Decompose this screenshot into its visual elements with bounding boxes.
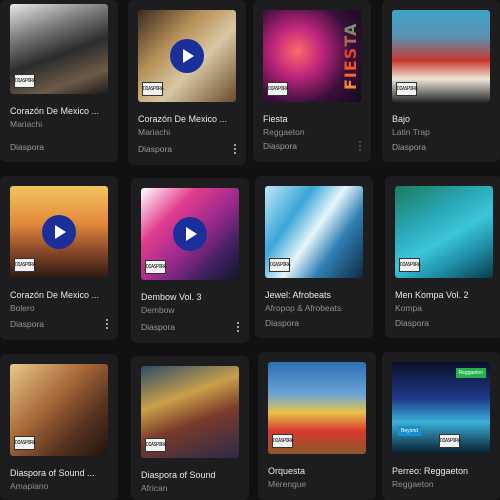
album-title[interactable]: Diaspora of Sound ... [10, 468, 108, 478]
play-icon[interactable] [173, 217, 207, 251]
play-icon[interactable] [42, 215, 76, 249]
album-genre: Mariachi [138, 127, 171, 137]
album-genre: Afropop & Afrobeats [265, 303, 342, 313]
album-card[interactable]: DIASPORA Jewel: Afrobeats Afropop & Afro… [255, 176, 373, 338]
diaspora-logo: DIASPORA [142, 82, 164, 96]
label-name: Diaspora [141, 322, 176, 332]
album-card[interactable]: DIASPORA Corazón De Mexico ... Mariachi … [0, 0, 118, 162]
tagline-badge: Beyond [398, 426, 421, 436]
diaspora-logo: DIASPORA [267, 82, 289, 96]
diaspora-logo: DIASPORA [269, 258, 291, 272]
album-card[interactable]: DIASPORA Men Kompa Vol. 2 Kompa Diaspora [385, 176, 500, 338]
album-title[interactable]: Jewel: Afrobeats [265, 290, 363, 300]
album-cover[interactable]: DIASPORA [10, 186, 108, 278]
diaspora-logo: DIASPORA [14, 436, 36, 450]
album-cover[interactable]: DIASPORA [141, 366, 239, 458]
label-name: Diaspora [395, 318, 430, 328]
album-cover[interactable]: DIASPORA [10, 4, 108, 94]
label-name: Diaspora [392, 142, 427, 152]
album-card[interactable]: Reggaeton Beyond DIASPORA Perreo: Reggae… [382, 352, 500, 500]
more-options-icon[interactable] [357, 140, 363, 152]
album-title[interactable]: Corazón De Mexico ... [138, 114, 236, 124]
more-options-icon[interactable] [232, 143, 238, 155]
album-card[interactable]: DIASPORA Dembow Vol. 3 Dembow Diaspora [131, 178, 249, 343]
album-genre: Amapiano [10, 481, 49, 491]
album-title[interactable]: Orquesta [268, 466, 366, 476]
diaspora-logo: DIASPORA [396, 82, 418, 96]
label-name: Diaspora [10, 319, 45, 329]
album-title[interactable]: Bajo [392, 114, 490, 124]
album-title[interactable]: Dembow Vol. 3 [141, 292, 239, 302]
album-cover[interactable]: DIASPORA [141, 188, 239, 280]
album-card[interactable]: DIASPORA Diaspora of Sound African [131, 356, 249, 500]
label-name: Diaspora [263, 141, 298, 151]
album-title[interactable]: Men Kompa Vol. 2 [395, 290, 493, 300]
cover-title-text: FIESTA [341, 10, 360, 102]
album-genre: Bolero [10, 303, 35, 313]
album-genre: African [141, 483, 168, 493]
label-name: Diaspora [10, 142, 45, 152]
album-genre: Kompa [395, 303, 422, 313]
album-cover[interactable]: DIASPORA [395, 186, 493, 278]
album-cover[interactable]: DIASPORA [392, 10, 490, 102]
album-card[interactable]: DIASPORA Diaspora of Sound ... Amapiano [0, 354, 118, 500]
more-options-icon[interactable] [235, 321, 241, 333]
album-title[interactable]: Perreo: Reggaeton [392, 466, 490, 476]
diaspora-logo: DIASPORA [439, 434, 461, 448]
diaspora-logo: DIASPORA [145, 438, 167, 452]
album-cover[interactable]: DIASPORA [268, 362, 366, 454]
album-genre: Latin Trap [392, 127, 430, 137]
album-genre: Reggaeton [263, 127, 305, 137]
album-card[interactable]: DIASPORA Corazón De Mexico ... Mariachi … [128, 0, 246, 165]
album-title[interactable]: Fiesta [263, 114, 361, 124]
album-cover[interactable]: DIASPORA [265, 186, 363, 278]
album-card[interactable]: DIASPORA Bajo Latin Trap Diaspora [382, 0, 500, 162]
diaspora-logo: DIASPORA [272, 434, 294, 448]
album-genre: Mariachi [10, 119, 43, 129]
label-name: Diaspora [138, 144, 173, 154]
album-card[interactable]: DIASPORA Orquesta Merengue [258, 352, 376, 500]
album-genre: Merengue [268, 479, 307, 489]
album-cover[interactable]: DIASPORA [10, 364, 108, 456]
more-options-icon[interactable] [104, 318, 110, 330]
album-card[interactable]: DIASPORA Corazón De Mexico ... Bolero Di… [0, 176, 118, 340]
album-title[interactable]: Diaspora of Sound [141, 470, 239, 480]
diaspora-logo: DIASPORA [14, 74, 36, 88]
genre-badge: Reggaeton [455, 368, 486, 378]
diaspora-logo: DIASPORA [14, 258, 36, 272]
album-cover[interactable]: DIASPORA [138, 10, 236, 102]
album-genre: Reggaeton [392, 479, 434, 489]
album-cover[interactable]: FIESTA DIASPORA [263, 10, 361, 102]
album-genre: Dembow [141, 305, 175, 315]
diaspora-logo: DIASPORA [399, 258, 421, 272]
album-title[interactable]: Corazón De Mexico ... [10, 290, 108, 300]
album-cover[interactable]: Reggaeton Beyond DIASPORA [392, 362, 490, 454]
album-card[interactable]: FIESTA DIASPORA Fiesta Reggaeton Diaspor… [253, 0, 371, 162]
play-icon[interactable] [170, 39, 204, 73]
diaspora-logo: DIASPORA [145, 260, 167, 274]
label-name: Diaspora [265, 318, 300, 328]
album-title[interactable]: Corazón De Mexico ... [10, 106, 108, 116]
